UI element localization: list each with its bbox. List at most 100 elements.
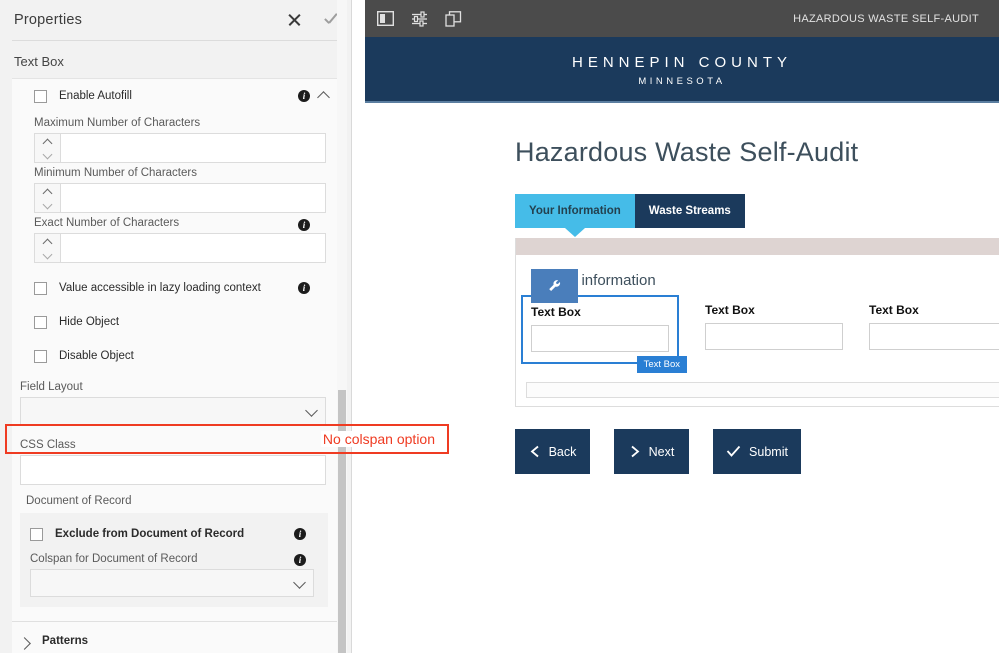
submit-button-label: Submit (749, 444, 788, 459)
colspan-for-dor-info-icon[interactable]: i (294, 554, 306, 566)
close-button[interactable] (283, 9, 305, 31)
chevron-down-icon (43, 200, 53, 210)
maximum-characters-spinner-buttons (34, 133, 60, 163)
form-preview-pane: HAZARDOUS WASTE SELF-AUDIT HENNEPIN COUN… (365, 0, 999, 653)
disable-object-label: Disable Object (59, 350, 134, 362)
exact-characters-increment[interactable] (35, 234, 60, 248)
exact-characters-spinner-buttons (34, 233, 60, 263)
properties-scrollbar-thumb[interactable] (338, 390, 346, 653)
section-edit-button[interactable] (531, 269, 578, 303)
device-preview-icon[interactable] (443, 9, 463, 29)
document-of-record-group: Exclude from Document of Record i Colspa… (20, 513, 328, 607)
exclude-from-dor-row[interactable]: Exclude from Document of Record i (20, 519, 328, 549)
form-section-panel: Your information Text Box Text Box Text … (515, 238, 999, 407)
site-header-banner: HENNEPIN COUNTY MINNESOTA (365, 40, 999, 103)
toolbar-icon-group (375, 9, 463, 29)
minimum-characters-spinner-buttons (34, 183, 60, 213)
css-class-label: CSS Class (20, 439, 76, 451)
chevron-down-icon (294, 577, 306, 589)
header-actions (283, 0, 343, 40)
disable-object-row[interactable]: Disable Object (12, 339, 340, 373)
exact-characters-stepper[interactable] (34, 233, 326, 263)
chevron-down-icon (43, 150, 53, 160)
text-field-3-label: Text Box (869, 303, 919, 317)
minimum-characters-label: Minimum Number of Characters (34, 167, 197, 179)
text-field-2-label: Text Box (705, 303, 755, 317)
back-button-label: Back (548, 444, 577, 459)
next-button-label: Next (648, 444, 675, 459)
minimum-characters-input[interactable] (60, 183, 326, 213)
maximum-characters-increment[interactable] (35, 134, 60, 148)
disable-object-checkbox[interactable] (34, 349, 47, 363)
chevron-up-icon (43, 136, 53, 146)
lazy-loading-label: Value accessible in lazy loading context (59, 282, 261, 294)
patterns-section-toggle[interactable]: Patterns (12, 621, 340, 653)
back-button[interactable]: Back (515, 429, 590, 474)
exclude-from-dor-label: Exclude from Document of Record (55, 528, 245, 540)
field-layout-select[interactable] (20, 397, 326, 425)
enable-autofill-checkbox[interactable] (34, 89, 47, 103)
minimum-characters-stepper[interactable] (34, 183, 326, 213)
exclude-from-dor-info-icon[interactable]: i (294, 528, 306, 540)
text-fields-row: Text Box Text Box Text Box Text Box (521, 295, 999, 373)
text-field-3-input[interactable] (869, 323, 999, 350)
tab-your-information[interactable]: Your Information (515, 194, 635, 228)
next-button[interactable]: Next (614, 429, 689, 474)
document-of-record-label: Document of Record (26, 495, 132, 507)
chevron-left-icon (529, 445, 541, 458)
exact-characters-info-icon[interactable]: i (298, 219, 310, 231)
exact-characters-input[interactable] (60, 233, 326, 263)
text-field-2-input[interactable] (705, 323, 843, 350)
submit-button[interactable]: Submit (713, 429, 801, 474)
properties-panel-header: Properties (0, 0, 351, 40)
minimum-characters-decrement[interactable] (35, 198, 60, 212)
chevron-up-icon (43, 186, 53, 196)
page-title: Properties (14, 12, 83, 28)
text-field-1-input[interactable] (531, 325, 669, 352)
lazy-loading-row[interactable]: Value accessible in lazy loading context… (12, 271, 340, 305)
text-field-1-label: Text Box (531, 305, 581, 319)
enable-autofill-label: Enable Autofill (59, 90, 132, 102)
section-collapse-button[interactable] (318, 88, 334, 104)
minimum-characters-increment[interactable] (35, 184, 60, 198)
exclude-from-dor-checkbox[interactable] (30, 527, 43, 541)
form-navigation-buttons: Back Next Submit (515, 429, 999, 474)
form-panel-topbar (516, 238, 999, 255)
maximum-characters-decrement[interactable] (35, 148, 60, 162)
patterns-label: Patterns (42, 635, 89, 647)
css-class-input[interactable] (20, 455, 326, 485)
text-field-3[interactable]: Text Box (869, 303, 999, 364)
panel-layout-icon[interactable] (375, 9, 395, 29)
exact-characters-decrement[interactable] (35, 248, 60, 262)
hide-object-row[interactable]: Hide Object (12, 305, 340, 339)
enable-autofill-info-icon[interactable]: i (298, 90, 310, 102)
maximum-characters-stepper[interactable] (34, 133, 326, 163)
form-page-title: Hazardous Waste Self-Audit (515, 137, 859, 167)
settings-sliders-icon[interactable] (409, 9, 429, 29)
tab-waste-streams[interactable]: Waste Streams (634, 194, 745, 228)
enable-autofill-row[interactable]: Enable Autofill i (12, 79, 340, 113)
colspan-for-dor-select[interactable] (30, 569, 314, 597)
selected-field-badge: Text Box (636, 356, 687, 373)
text-field-2[interactable]: Text Box (705, 303, 843, 364)
maximum-characters-label: Maximum Number of Characters (34, 117, 201, 129)
object-type-label: Text Box (14, 54, 64, 69)
text-field-1[interactable]: Text Box Text Box (521, 295, 687, 373)
properties-panel: Properties Text Box Enable Autofill i Ma… (0, 0, 352, 653)
chevron-down-icon (43, 250, 53, 260)
application-window: Properties Text Box Enable Autofill i Ma… (0, 0, 999, 653)
maximum-characters-input[interactable] (60, 133, 326, 163)
device-preview-glyph (444, 10, 461, 27)
chevron-right-icon (629, 445, 641, 458)
form-tabs: Your Information Waste Streams (515, 194, 999, 228)
form-panel-content: Your information Text Box Text Box Text … (516, 255, 999, 398)
properties-scroll-area: Enable Autofill i Maximum Number of Char… (0, 78, 351, 653)
wrench-icon (548, 280, 560, 291)
text-box-properties-section: Enable Autofill i Maximum Number of Char… (12, 78, 340, 653)
hide-object-label: Hide Object (59, 316, 120, 328)
hide-object-checkbox[interactable] (34, 315, 47, 329)
lazy-loading-info-icon[interactable]: i (298, 282, 310, 294)
document-title: HAZARDOUS WASTE SELF-AUDIT (793, 12, 979, 25)
lazy-loading-checkbox[interactable] (34, 281, 47, 295)
chevron-up-icon (43, 236, 53, 246)
